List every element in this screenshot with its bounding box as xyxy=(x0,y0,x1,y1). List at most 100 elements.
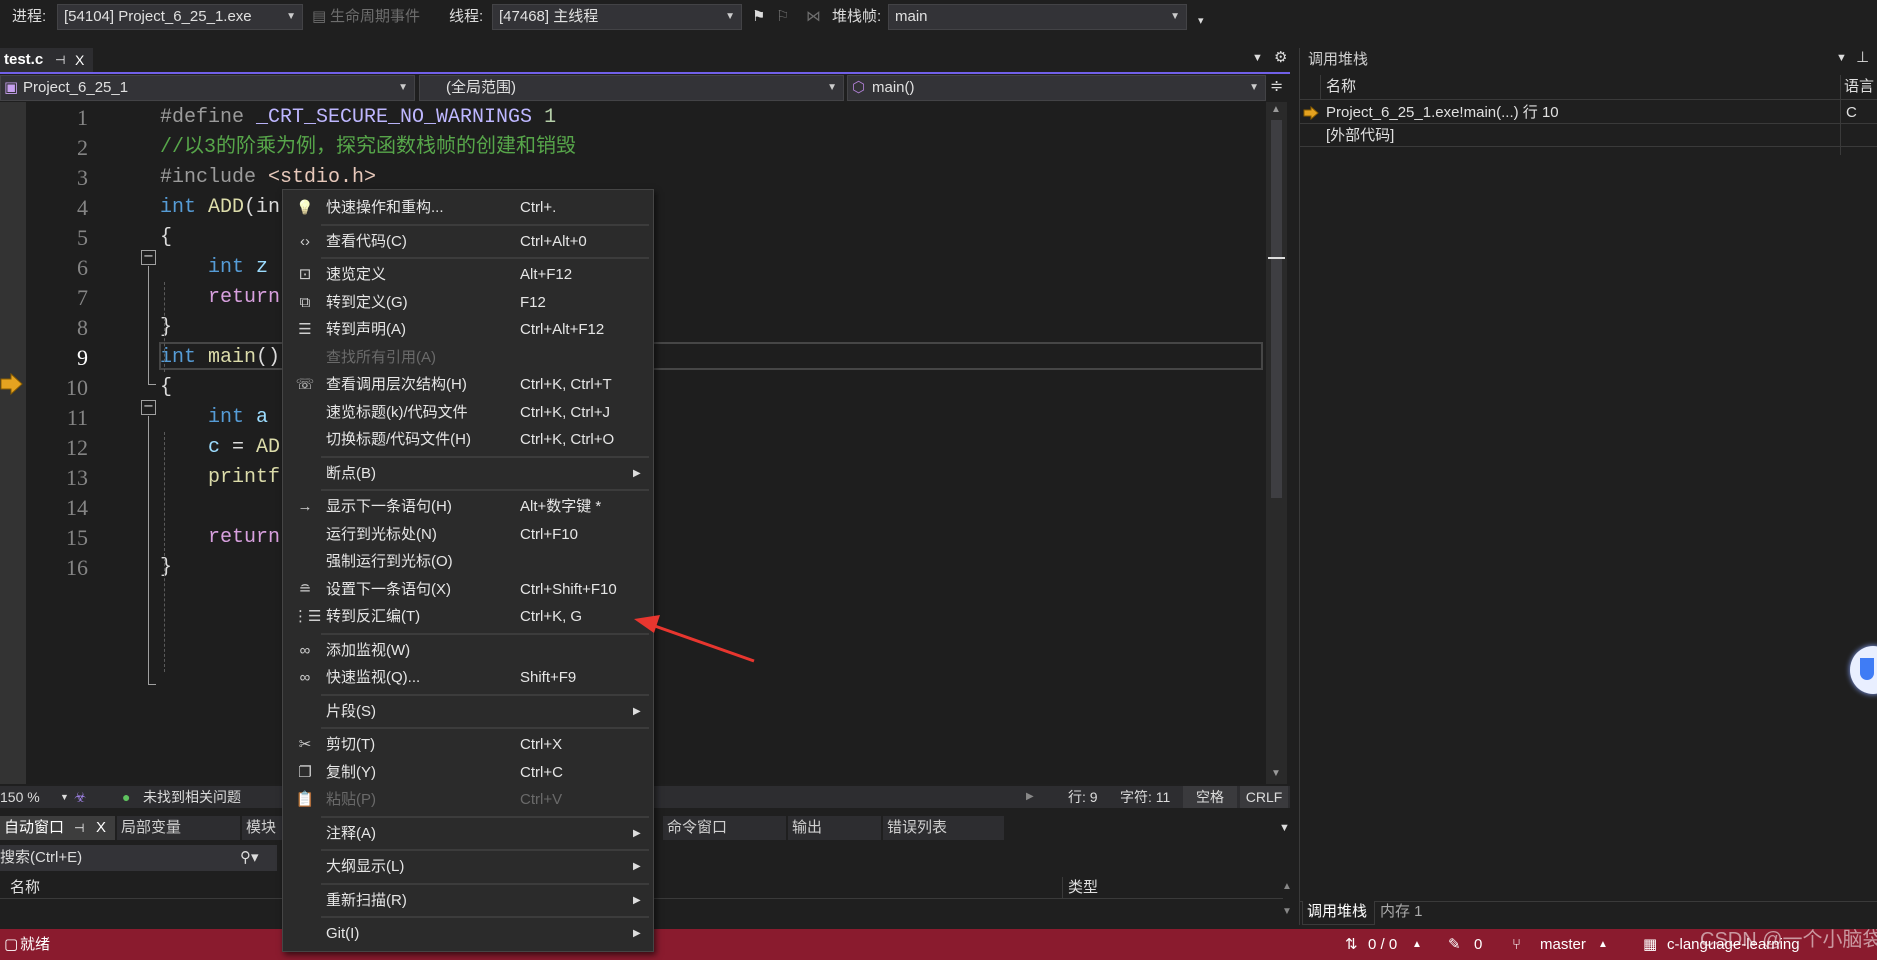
code-line[interactable]: #define _CRT_SECURE_NO_WARNINGS 1 xyxy=(160,103,556,133)
menu-item[interactable]: ≘ 设置下一条语句(X) Ctrl+Shift+F10 xyxy=(283,576,653,604)
scope-dropdown[interactable]: (全局范围) ▼ xyxy=(419,75,844,101)
column-language[interactable]: 语言 xyxy=(1844,76,1874,98)
menu-item[interactable]: 重新扫描(R) ▶ xyxy=(283,887,653,915)
chevron-up-icon[interactable]: ▲ xyxy=(1598,929,1608,960)
pencil-icon[interactable]: ✎ xyxy=(1448,929,1461,960)
line-ending-indicator[interactable]: CRLF xyxy=(1240,786,1288,808)
code-line[interactable]: return xyxy=(160,283,280,313)
branch-icon[interactable]: ⑂ xyxy=(1512,929,1521,960)
code-line[interactable]: int a xyxy=(160,403,268,433)
show-threads-icon[interactable]: ⋈ xyxy=(806,0,821,34)
thread-filter-icon[interactable]: ⚐ xyxy=(776,0,789,34)
code-line[interactable]: { xyxy=(160,223,172,253)
member-dropdown[interactable]: ⬡ main() ▼ xyxy=(847,75,1266,101)
code-line[interactable]: return xyxy=(160,523,280,553)
collapse-icon[interactable]: − xyxy=(141,400,156,415)
pin-icon[interactable]: ⊥ xyxy=(1856,48,1869,66)
pending-changes[interactable]: 0 xyxy=(1474,929,1482,960)
tab-call-stack[interactable]: 调用堆栈 xyxy=(1302,901,1375,925)
line-indicator[interactable]: 行: 9 xyxy=(1068,786,1098,808)
repository-icon[interactable]: ▦ xyxy=(1643,929,1657,960)
close-icon[interactable]: X xyxy=(96,816,106,840)
menu-item[interactable]: 速览标题(k)/代码文件 Ctrl+K, Ctrl+J xyxy=(283,399,653,427)
code-line[interactable]: c = AD xyxy=(160,433,280,463)
call-stack-row[interactable]: [外部代码] xyxy=(1300,125,1877,147)
tab-memory-1[interactable]: 内存 1 xyxy=(1380,901,1450,925)
code-line[interactable]: } xyxy=(160,553,172,583)
chevron-down-icon[interactable]: ▼ xyxy=(60,786,69,808)
menu-item[interactable]: ☰ 转到声明(A) Ctrl+Alt+F12 xyxy=(283,316,653,344)
column-name[interactable]: 名称 xyxy=(10,877,40,899)
code-line[interactable]: int z xyxy=(160,253,268,283)
menu-item[interactable]: Git(I) ▶ xyxy=(283,920,653,948)
code-line[interactable]: printf xyxy=(160,463,280,493)
scroll-down-icon[interactable]: ▼ xyxy=(1282,906,1292,917)
menu-item[interactable]: ⋮☰ 转到反汇编(T) Ctrl+K, G xyxy=(283,603,653,631)
close-icon[interactable]: X xyxy=(75,48,84,72)
toolbar-overflow-icon[interactable]: ▾ xyxy=(1198,4,1204,38)
char-indicator[interactable]: 字符: 11 xyxy=(1120,786,1170,808)
pin-icon[interactable]: ⊣ xyxy=(74,816,84,840)
tab-5[interactable]: 输出 xyxy=(788,816,881,840)
tab-3[interactable]: 模块 xyxy=(242,816,282,840)
collapse-icon[interactable]: − xyxy=(141,250,156,265)
whitespace-indicator[interactable]: 空格 xyxy=(1183,786,1237,808)
tab-6[interactable]: 错误列表 xyxy=(883,816,1004,840)
code-line[interactable]: int ADD(in xyxy=(160,193,280,223)
editor-scrollbar[interactable]: ▲ ▼ xyxy=(1266,102,1287,784)
menu-item[interactable]: → 显示下一条语句(H) Alt+数字键 * xyxy=(283,493,653,521)
menu-item[interactable]: 切换标题/代码文件(H) Ctrl+K, Ctrl+O xyxy=(283,426,653,454)
panel-dropdown-icon[interactable]: ▼ xyxy=(1836,52,1847,64)
autos-search-input[interactable]: 搜索(Ctrl+E) ⚲▾ xyxy=(0,845,277,871)
flag-icon[interactable]: ⚑ xyxy=(752,0,765,34)
sync-status[interactable]: 0 / 0 xyxy=(1368,929,1397,960)
indicator-margin[interactable] xyxy=(0,102,26,784)
scroll-right-icon[interactable]: ▶ xyxy=(1026,786,1034,808)
code-line[interactable]: } xyxy=(160,313,172,343)
menu-item[interactable]: ☏ 查看调用层次结构(H) Ctrl+K, Ctrl+T xyxy=(283,371,653,399)
code-line[interactable]: //以3的阶乘为例，探究函数栈帧的创建和销毁 xyxy=(160,133,576,163)
chevron-up-icon[interactable]: ▲ xyxy=(1412,929,1422,960)
call-stack-row[interactable]: Project_6_25_1.exe!main(...) 行 10 C xyxy=(1300,102,1877,124)
menu-item[interactable]: ⊡ 速览定义 Alt+F12 xyxy=(283,261,653,289)
menu-item[interactable]: ∞ 快速监视(Q)... Shift+F9 xyxy=(283,664,653,692)
tab-1[interactable]: 自动窗口 ⊣ X xyxy=(0,816,115,840)
panel-dropdown-icon[interactable]: ▼ xyxy=(1279,822,1290,834)
menu-item[interactable]: 断点(B) ▶ xyxy=(283,460,653,488)
menu-item[interactable]: 💡 快速操作和重构... Ctrl+. xyxy=(283,194,653,222)
menu-item[interactable]: 注释(A) ▶ xyxy=(283,820,653,848)
notification-icon[interactable]: ▢ xyxy=(4,929,18,960)
menu-item[interactable]: ⧉ 转到定义(G) F12 xyxy=(283,289,653,317)
tab-2[interactable]: 局部变量 xyxy=(117,816,240,840)
column-name[interactable]: 名称 xyxy=(1326,76,1356,98)
branch-name[interactable]: master xyxy=(1540,929,1586,960)
scroll-up-icon[interactable]: ▲ xyxy=(1282,881,1292,892)
menu-item[interactable]: ‹› 查看代码(C) Ctrl+Alt+0 xyxy=(283,228,653,256)
menu-item[interactable]: 运行到光标处(N) Ctrl+F10 xyxy=(283,521,653,549)
code-line[interactable]: int main() xyxy=(160,343,280,373)
menu-item[interactable]: ❐ 复制(Y) Ctrl+C xyxy=(283,759,653,787)
gear-icon[interactable]: ⚙ xyxy=(1274,48,1287,66)
issues-status[interactable]: 未找到相关问题 xyxy=(143,786,241,808)
tab-test-c[interactable]: test.c ⊣ X xyxy=(0,48,93,72)
split-editor-icon[interactable]: ≑ xyxy=(1270,76,1283,96)
intellicode-icon[interactable]: ☣ xyxy=(74,786,87,808)
scroll-up-icon[interactable]: ▲ xyxy=(1271,104,1281,115)
tab-4[interactable]: 命令窗口 xyxy=(663,816,786,840)
zoom-level[interactable]: 150 % xyxy=(0,786,40,808)
menu-item[interactable]: 片段(S) ▶ xyxy=(283,698,653,726)
lifecycle-events-button[interactable]: 生命周期事件 xyxy=(330,0,420,34)
thread-dropdown[interactable]: [47468] 主线程 ▼ xyxy=(492,4,742,30)
tab-list-dropdown-icon[interactable]: ▼ xyxy=(1252,52,1263,64)
search-icon[interactable]: ⚲▾ xyxy=(240,845,259,871)
sync-icon[interactable]: ⇅ xyxy=(1345,929,1358,960)
scroll-down-icon[interactable]: ▼ xyxy=(1271,768,1281,779)
menu-item[interactable]: 强制运行到光标(O) xyxy=(283,548,653,576)
process-dropdown[interactable]: [54104] Project_6_25_1.exe ▼ xyxy=(57,4,303,30)
column-type[interactable]: 类型 xyxy=(1068,877,1098,899)
code-line[interactable]: { xyxy=(160,373,172,403)
scrollbar-thumb[interactable] xyxy=(1271,120,1282,498)
stackframe-dropdown[interactable]: main ▼ xyxy=(888,4,1187,30)
menu-item[interactable]: ✂ 剪切(T) Ctrl+X xyxy=(283,731,653,759)
pin-icon[interactable]: ⊣ xyxy=(55,48,65,72)
